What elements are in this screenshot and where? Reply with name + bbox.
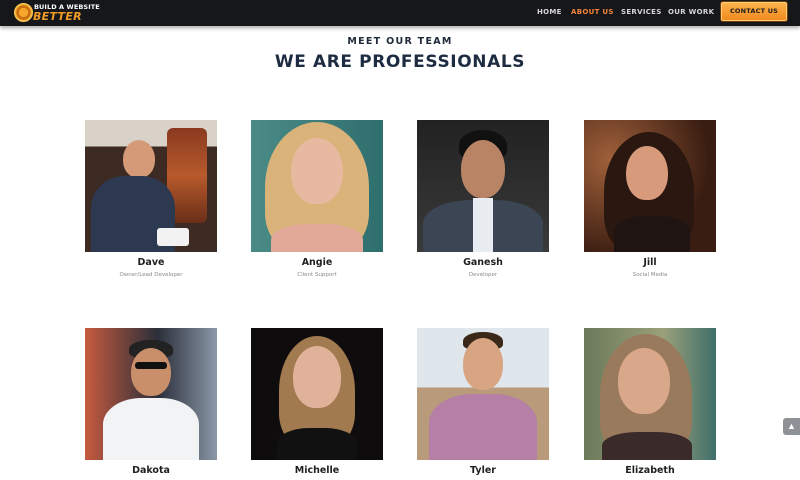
nav-our-work[interactable]: OUR WORK bbox=[668, 8, 714, 16]
gear-logo-icon bbox=[14, 3, 33, 22]
member-name: Jill bbox=[643, 257, 657, 268]
nav-about-us[interactable]: ABOUT US bbox=[571, 8, 614, 16]
member-name: Dakota bbox=[132, 465, 170, 476]
logo-text-bottom: BETTER bbox=[33, 10, 82, 23]
site-logo[interactable]: BUILD A WEBSITE BETTER bbox=[14, 2, 100, 23]
team-card-dave: Dave Owner/Lead Developer bbox=[85, 120, 217, 278]
member-name: Michelle bbox=[294, 465, 340, 476]
team-photo bbox=[85, 328, 217, 460]
member-role: Owner/Lead Developer bbox=[119, 272, 183, 278]
team-card-michelle: Michelle bbox=[251, 328, 383, 476]
team-card-dakota: Dakota bbox=[85, 328, 217, 476]
member-name: Elizabeth bbox=[625, 465, 675, 476]
nav-home[interactable]: HOME bbox=[537, 8, 562, 16]
member-name: Tyler bbox=[470, 465, 496, 476]
team-photo bbox=[85, 120, 217, 252]
site-header: BUILD A WEBSITE BETTER HOME ABOUT US SER… bbox=[0, 0, 800, 26]
section-title: WE ARE PROFESSIONALS bbox=[274, 52, 526, 72]
section-subtitle: MEET OUR TEAM bbox=[347, 36, 453, 47]
member-role: Social Media bbox=[632, 272, 668, 278]
member-name: Ganesh bbox=[463, 257, 503, 268]
team-photo bbox=[251, 120, 383, 252]
member-role: Developer bbox=[468, 272, 498, 278]
member-name: Angie bbox=[301, 257, 333, 268]
team-card-angie: Angie Client Support bbox=[251, 120, 383, 278]
contact-us-button[interactable]: CONTACT US bbox=[721, 2, 787, 21]
member-role: Client Support bbox=[297, 272, 337, 278]
chevron-up-icon[interactable]: ▲ bbox=[783, 418, 800, 435]
team-photo bbox=[584, 120, 716, 252]
team-photo bbox=[417, 328, 549, 460]
nav-services[interactable]: SERVICES bbox=[621, 8, 662, 16]
team-photo bbox=[251, 328, 383, 460]
team-card-tyler: Tyler bbox=[417, 328, 549, 476]
team-photo bbox=[584, 328, 716, 460]
team-card-elizabeth: Elizabeth bbox=[584, 328, 716, 476]
team-card-ganesh: Ganesh Developer bbox=[417, 120, 549, 278]
team-card-jill: Jill Social Media bbox=[584, 120, 716, 278]
member-name: Dave bbox=[137, 257, 165, 268]
team-photo bbox=[417, 120, 549, 252]
